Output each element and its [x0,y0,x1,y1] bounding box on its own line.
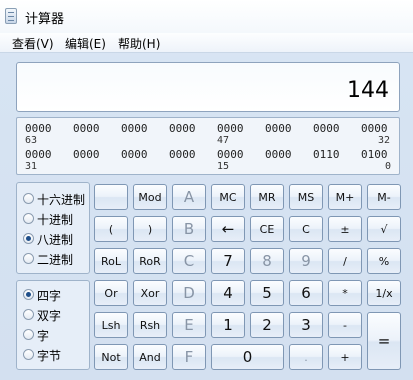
hex-c-button[interactable]: C [172,248,206,274]
sqrt-button[interactable]: √ [367,216,401,242]
bit-group[interactable]: 0000 [73,122,100,135]
digit-2-button[interactable]: 2 [250,312,284,338]
equals-button[interactable]: = [367,312,401,370]
rsh-button[interactable]: Rsh [133,312,167,338]
menu-help[interactable]: 帮助(H) [118,35,160,52]
bit-group[interactable]: 0110 [313,148,340,161]
reciprocal-button[interactable]: 1/x [367,280,401,306]
menu-bar: 查看(V) 编辑(E) 帮助(H) [0,33,413,53]
bit-group[interactable]: 0000 [169,122,196,135]
bit-group[interactable]: 0000 [265,122,292,135]
radio-button-selected[interactable] [23,233,34,244]
base-group: 十六进制 十进制 八进制 二进制 [16,182,90,274]
radio-button-selected[interactable] [23,289,34,300]
hex-b-button[interactable]: B [172,216,206,242]
hex-a-button[interactable]: A [172,184,206,210]
bit-group[interactable]: 0000 [73,148,100,161]
bit-group[interactable]: 0000 [121,122,148,135]
window-title: 计算器 [25,12,65,27]
m-plus-button[interactable]: M+ [328,184,362,210]
bit-index: 31 [25,161,38,172]
bit-group[interactable]: 0000 [25,148,52,161]
multiply-button[interactable]: * [328,280,362,306]
bit-group[interactable]: 0000 [217,122,244,135]
rol-button[interactable]: RoL [94,248,128,274]
divide-button[interactable]: / [328,248,362,274]
xor-button[interactable]: Xor [133,280,167,306]
bit-index: 15 [217,161,230,172]
digit-7-button[interactable]: 7 [211,248,245,274]
blank-button[interactable] [94,184,128,210]
radio-button[interactable] [23,329,34,340]
radio-button[interactable] [23,253,34,264]
hex-d-button[interactable]: D [172,280,206,306]
hex-f-button[interactable]: F [172,344,206,370]
bit-group[interactable]: 0100 [361,148,388,161]
bit-index: 0 [385,161,392,172]
bit-index: 47 [217,135,230,146]
hex-e-button[interactable]: E [172,312,206,338]
radio-button[interactable] [23,309,34,320]
bit-index: 63 [25,135,38,146]
plus-minus-button[interactable]: ± [328,216,362,242]
title-bar[interactable]: 计算器 [0,0,413,33]
display-value: 144 [347,78,389,103]
ms-button[interactable]: MS [289,184,323,210]
or-button[interactable]: Or [94,280,128,306]
percent-button[interactable]: % [367,248,401,274]
add-button[interactable]: + [328,344,362,370]
radio-button[interactable] [23,193,34,204]
bit-group[interactable]: 0000 [169,148,196,161]
subtract-button[interactable]: - [328,312,362,338]
bit-group[interactable]: 0000 [361,122,388,135]
digit-5-button[interactable]: 5 [250,280,284,306]
bit-group[interactable]: 0000 [313,122,340,135]
bit-group[interactable]: 0000 [265,148,292,161]
backspace-button[interactable]: ← [211,216,245,242]
digit-6-button[interactable]: 6 [289,280,323,306]
radio-button[interactable] [23,349,34,360]
mr-button[interactable]: MR [250,184,284,210]
digit-1-button[interactable]: 1 [211,312,245,338]
right-paren-button[interactable]: ) [133,216,167,242]
digit-4-button[interactable]: 4 [211,280,245,306]
digit-8-button[interactable]: 8 [250,248,284,274]
decimal-button[interactable]: . [289,344,323,370]
bit-group[interactable]: 0000 [217,148,244,161]
radio-button[interactable] [23,213,34,224]
menu-edit[interactable]: 编辑(E) [65,35,106,52]
bit-index: 32 [378,135,391,146]
mod-button[interactable]: Mod [133,184,167,210]
lsh-button[interactable]: Lsh [94,312,128,338]
mc-button[interactable]: MC [211,184,245,210]
bit-group[interactable]: 0000 [121,148,148,161]
word-size-group: 四字 双字 字 字节 [16,280,90,370]
and-button[interactable]: And [133,344,167,370]
digit-0-button[interactable]: 0 [211,344,284,370]
display: 144 [16,62,400,112]
digit-3-button[interactable]: 3 [289,312,323,338]
digit-9-button[interactable]: 9 [289,248,323,274]
menu-view[interactable]: 查看(V) [12,35,54,52]
bit-panel: 0000 0000 0000 0000 0000 0000 0000 0000 … [16,117,400,175]
calculator-icon [5,8,17,24]
clear-button[interactable]: C [289,216,323,242]
bit-group[interactable]: 0000 [25,122,52,135]
left-paren-button[interactable]: ( [94,216,128,242]
m-minus-button[interactable]: M- [367,184,401,210]
not-button[interactable]: Not [94,344,128,370]
ror-button[interactable]: RoR [133,248,167,274]
ce-button[interactable]: CE [250,216,284,242]
